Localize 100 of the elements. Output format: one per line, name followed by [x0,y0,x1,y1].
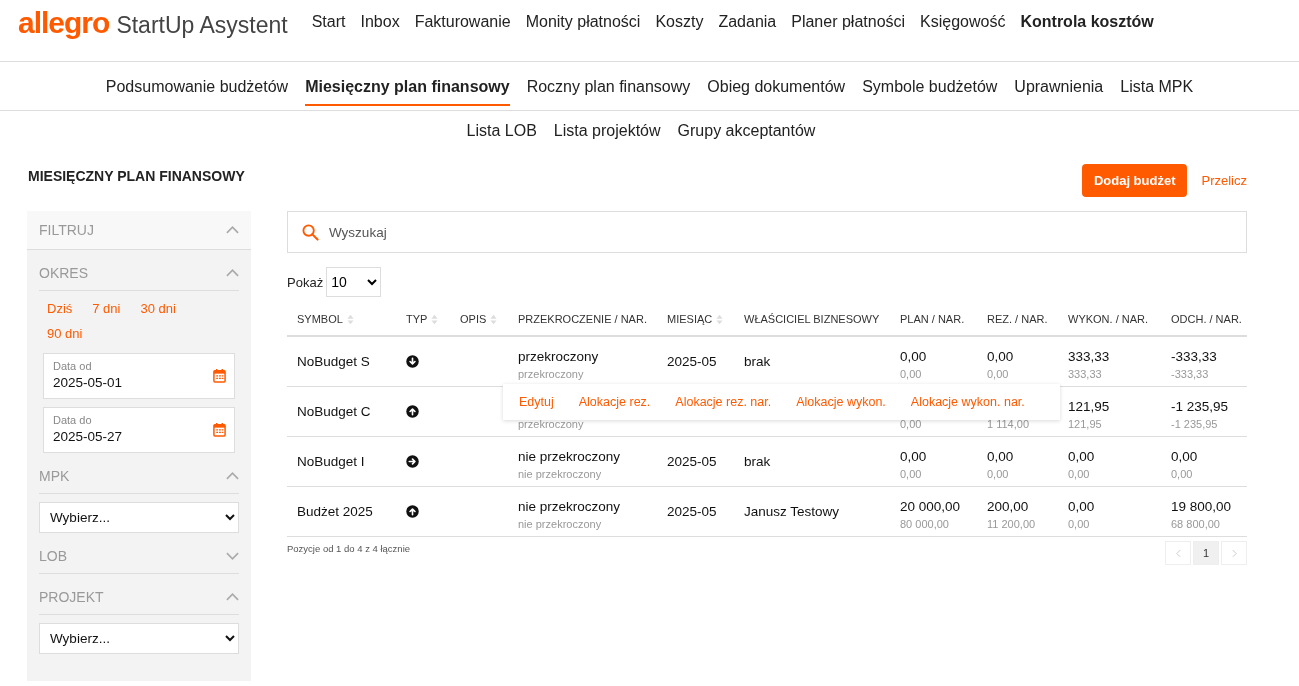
column-header[interactable]: MIESIĄC [667,313,713,325]
column-header[interactable]: PLAN / NAR. [900,313,965,325]
arrow-down-icon [406,355,419,368]
table-cell-text: 20 000,00 [900,498,962,514]
nav-link[interactable]: Inbox [360,13,400,31]
column-header[interactable]: OPIS [460,313,487,325]
sub-nav-tab[interactable]: Uprawnienia [1014,62,1104,106]
sort-icon[interactable] [716,313,724,325]
table-cell-text: nie przekroczony [518,448,622,464]
table-cell-text: 0,00 [987,448,1015,464]
sub-nav-tab[interactable]: Miesięczny plan finansowy [305,62,510,106]
chevron-up-icon[interactable] [226,269,239,277]
page-button[interactable]: 1 [1193,541,1219,565]
nav-link[interactable]: Koszty [655,13,704,31]
table-cell-text: 0,00 [900,417,923,430]
page-size-label: Pokaż [287,274,324,290]
table-cell: 2025-05 [667,504,717,519]
table-cell-text: 0,00 [1068,467,1091,480]
table-cell-text: 121,95 [1068,417,1103,430]
table-cell-text: nie przekroczony [518,498,622,514]
table-cell: 2025-05 [667,454,717,469]
table-cell-text: -333,33 [1171,367,1210,380]
table-cell: NoBudget C [297,404,371,419]
select-field[interactable]: Wybierz... [39,623,239,654]
table-cell-text: 1 114,00 [987,417,1030,430]
entries-info: Pozycje od 1 do 4 z 4 łącznie [287,542,411,554]
column-header[interactable]: WYKON. / NAR. [1068,313,1149,325]
table-cell-text: nie przekroczony [518,467,603,480]
nav-link[interactable]: Fakturowanie [414,13,511,31]
sub-nav-tab[interactable]: Symbole budżetów [862,62,998,106]
table-cell-text: -333,33 [1171,348,1218,364]
sort-icon[interactable] [346,313,354,325]
table-cell-text: 0,00 [987,467,1010,480]
table-cell-text: 0,00 [1171,448,1199,464]
column-header[interactable]: SYMBOL [297,313,343,325]
table-cell-text: -1 235,95 [1171,417,1219,430]
nav-link[interactable]: Zadania [718,13,777,31]
arrow-up-icon [406,505,419,518]
nav-link[interactable]: Planer płatności [791,13,906,31]
date-field[interactable]: Data od 2025-05-01 [43,353,235,399]
table-cell-text: 80 000,00 [900,517,950,530]
sort-icon[interactable] [431,313,439,325]
filter-title: FILTRUJ [39,222,94,238]
table-cell-text: -1 235,95 [1171,398,1230,414]
sub-nav-tab[interactable]: Lista LOB [466,106,537,150]
nav-link[interactable]: Start [311,13,346,31]
filter-section-title: MPK [39,468,70,484]
nav-link[interactable]: Księgowość [920,13,1006,31]
calendar-icon[interactable] [213,421,226,437]
chevron-up-icon[interactable] [226,472,239,480]
sub-nav-tab[interactable]: Roczny plan finansowy [526,62,691,106]
table-cell: Budżet 2025 [297,504,373,519]
table-cell-text: 11 200,00 [987,517,1037,530]
search-field[interactable]: Wyszukaj [287,211,1247,253]
column-header[interactable]: PRZEKROCZENIE / NAR. [518,313,647,325]
calendar-icon[interactable] [213,367,226,383]
sub-nav-tab[interactable]: Grupy akceptantów [677,106,816,150]
table-cell: NoBudget I [297,454,365,469]
table-cell-text: 19 800,00 [1171,498,1233,514]
table-cell-text: 121,95 [1068,398,1111,414]
table-cell-text: 0,00 [900,448,928,464]
search-icon [302,223,319,241]
table-cell-text: 0,00 [1068,517,1091,530]
date-field[interactable]: Data do 2025-05-27 [43,407,235,453]
table-cell-text: 0,00 [1068,498,1096,514]
sub-nav-tab[interactable]: Obieg dokumentów [707,62,846,106]
nav-link[interactable]: Monity płatności [525,13,641,31]
table-cell: brak [744,354,771,369]
sub-nav-tab[interactable]: Podsumowanie budżetów [105,62,289,106]
table-cell-text: nie przekroczony [518,517,603,530]
table-cell-text: 0,00 [900,367,923,380]
table-cell: 2025-05 [667,354,717,369]
column-header[interactable]: WŁAŚCICIEL BIZNESOWY [744,313,880,325]
chevron-down-icon[interactable] [226,552,239,560]
arrow-right-icon [406,455,419,468]
sub-nav-tab[interactable]: Lista MPK [1120,62,1194,106]
select-field[interactable]: Wybierz... [39,502,239,533]
column-header[interactable]: ODCH. / NAR. [1171,313,1242,325]
filter-section-title: OKRES [39,265,88,281]
column-header[interactable]: REZ. / NAR. [987,313,1048,325]
table-cell-text: 200,00 [987,498,1030,514]
chevron-up-icon[interactable] [226,226,239,234]
nav-link[interactable]: Kontrola kosztów [1020,13,1154,31]
chevron-up-icon[interactable] [226,593,239,601]
chevron-right-icon [1231,548,1237,558]
table-cell-text: 0,00 [900,348,928,364]
chevron-left-icon [1175,548,1181,558]
sub-nav-tab[interactable]: Lista projektów [553,106,661,150]
sort-icon[interactable] [490,313,498,325]
table-cell-text: 0,00 [1068,448,1096,464]
column-header[interactable]: TYP [406,313,428,325]
product-name: StartUp Asystent [116,12,288,39]
table-cell: brak [744,454,771,469]
page-size-select[interactable]: 10 [326,267,382,297]
table-cell-text: przekroczony [518,417,585,430]
arrow-up-icon [406,405,419,418]
page-title: MIESIĘCZNY PLAN FINANSOWY [28,168,245,184]
table-cell-text: 0,00 [987,348,1015,364]
filter-section-title: PROJEKT [39,589,104,605]
table-cell-text: 0,00 [987,367,1010,380]
